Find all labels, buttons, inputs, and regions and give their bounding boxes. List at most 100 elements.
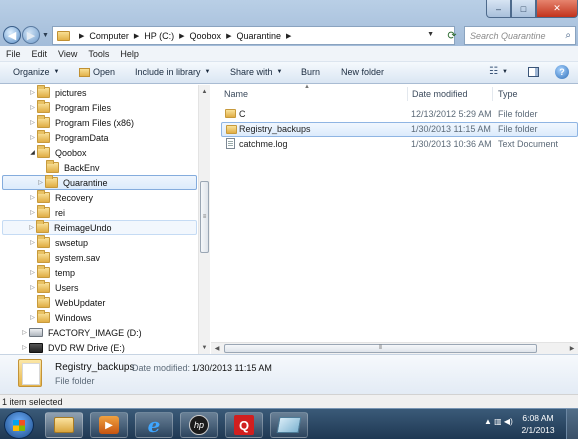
include-in-library-button[interactable]: Include in library ▼ bbox=[135, 67, 210, 77]
expand-arrow-icon[interactable]: ▷ bbox=[28, 239, 37, 246]
close-button[interactable]: ✕ bbox=[536, 0, 578, 18]
tree-item-swsetup[interactable]: ▷ swsetup bbox=[28, 235, 88, 250]
maximize-button[interactable]: □ bbox=[511, 0, 536, 18]
chevron-right-icon[interactable]: ▶ bbox=[134, 32, 139, 40]
scrollbar-thumb[interactable]: ≡ bbox=[200, 181, 209, 253]
file-row-c[interactable]: C 12/13/2012 5:29 AM File folder bbox=[221, 107, 578, 122]
breadcrumb-computer[interactable]: Computer bbox=[89, 31, 129, 41]
open-button[interactable]: Open bbox=[79, 67, 115, 77]
column-header-type[interactable]: Type bbox=[498, 85, 518, 102]
tree-item-webupdater[interactable]: WebUpdater bbox=[28, 295, 105, 310]
file-row-catchme-log[interactable]: catchme.log 1/30/2013 10:36 AM Text Docu… bbox=[221, 137, 578, 152]
expand-arrow-icon[interactable]: ▷ bbox=[28, 119, 37, 126]
menu-edit[interactable]: Edit bbox=[32, 49, 48, 59]
tree-item-program-files-x86[interactable]: ▷ Program Files (x86) bbox=[28, 115, 134, 130]
tree-item-qoobox[interactable]: ◢ Qoobox bbox=[28, 145, 87, 160]
breadcrumb-hp-c[interactable]: HP (C:) bbox=[144, 31, 174, 41]
new-folder-button[interactable]: New folder bbox=[341, 67, 384, 77]
expand-arrow-icon[interactable]: ▷ bbox=[36, 179, 45, 186]
column-divider[interactable] bbox=[492, 87, 493, 101]
navigation-vertical-scrollbar[interactable]: ▲ ≡ ▼ bbox=[198, 85, 210, 354]
tree-item-programdata[interactable]: ▷ ProgramData bbox=[28, 130, 109, 145]
start-button[interactable] bbox=[4, 411, 34, 439]
tree-item-windows[interactable]: ▷ Windows bbox=[28, 310, 92, 325]
column-header-name[interactable]: Name bbox=[224, 85, 248, 102]
show-desktop-button[interactable] bbox=[566, 409, 578, 439]
menu-view[interactable]: View bbox=[58, 49, 77, 59]
breadcrumb-qoobox[interactable]: Qoobox bbox=[190, 31, 222, 41]
open-label: Open bbox=[93, 67, 116, 77]
taskbar-q-app[interactable]: Q bbox=[225, 412, 263, 438]
tree-item-quarantine[interactable]: ▷ Quarantine bbox=[2, 175, 197, 190]
tree-item-dvd-rw-drive-e[interactable]: ▷ DVD RW Drive (E:) bbox=[20, 340, 125, 354]
tree-item-factory-image-d[interactable]: ▷ FACTORY_IMAGE (D:) bbox=[20, 325, 142, 340]
taskbar-media-player[interactable]: ▶ bbox=[90, 412, 128, 438]
command-bar: Organize ▼ Open Include in library ▼ Share… bbox=[0, 62, 578, 84]
menu-help[interactable]: Help bbox=[120, 49, 139, 59]
preview-pane-button[interactable] bbox=[528, 67, 539, 77]
scrollbar-thumb[interactable]: ⦀ bbox=[224, 344, 537, 353]
expand-arrow-icon[interactable]: ▷ bbox=[28, 209, 37, 216]
scroll-left-arrow-icon[interactable]: ◀ bbox=[211, 343, 223, 354]
expand-arrow-icon[interactable]: ▷ bbox=[28, 134, 37, 141]
chevron-down-icon[interactable]: ▼ bbox=[427, 31, 434, 38]
expand-arrow-icon[interactable]: ▷ bbox=[20, 329, 29, 336]
menu-file[interactable]: File bbox=[6, 49, 21, 59]
tree-item-label: Qoobox bbox=[55, 147, 87, 158]
chevron-right-icon[interactable]: ▶ bbox=[226, 32, 231, 40]
expand-arrow-icon[interactable]: ▷ bbox=[28, 269, 37, 276]
scroll-up-arrow-icon[interactable]: ▲ bbox=[199, 85, 210, 98]
breadcrumb-quarantine[interactable]: Quarantine bbox=[236, 31, 281, 41]
recent-pages-dropdown[interactable]: ▼ bbox=[42, 32, 49, 39]
taskbar-internet-explorer[interactable]: e bbox=[135, 412, 173, 438]
tree-item-pictures[interactable]: ▷ pictures bbox=[28, 85, 87, 100]
tree-item-recovery[interactable]: ▷ Recovery bbox=[28, 190, 93, 205]
system-tray-icons[interactable]: ▲ ▥ ◀) bbox=[484, 417, 513, 426]
column-divider[interactable] bbox=[407, 87, 408, 101]
expand-arrow-icon[interactable]: ▷ bbox=[28, 194, 37, 201]
tree-item-users[interactable]: ▷ Users bbox=[28, 280, 79, 295]
tree-item-label: temp bbox=[55, 267, 76, 278]
address-bar[interactable]: ▶ Computer ▶ HP (C:) ▶ Qoobox ▶ Quaranti… bbox=[52, 26, 455, 45]
column-header-date-modified[interactable]: Date modified bbox=[412, 85, 468, 102]
change-view-button[interactable]: ☷ ▼ bbox=[489, 66, 508, 77]
refresh-button[interactable]: ⟳ bbox=[441, 27, 463, 44]
chevron-right-icon[interactable]: ▶ bbox=[286, 32, 291, 40]
clock[interactable]: 6:08 AM 2/1/2013 bbox=[515, 412, 561, 436]
chevron-right-icon[interactable]: ▶ bbox=[179, 32, 184, 40]
tree-item-system-sav[interactable]: system.sav bbox=[28, 250, 100, 265]
tree-item-reimageundo[interactable]: ▷ ReimageUndo bbox=[2, 220, 197, 235]
taskbar-hp[interactable]: hp bbox=[180, 412, 218, 438]
expand-arrow-icon[interactable]: ▷ bbox=[28, 104, 37, 111]
expand-arrow-icon[interactable]: ▷ bbox=[20, 344, 29, 351]
preview-pane-icon bbox=[528, 67, 539, 77]
search-input[interactable]: Search Quarantine ⌕ bbox=[464, 26, 576, 45]
share-with-button[interactable]: Share with ▼ bbox=[230, 67, 282, 77]
tree-item-backenv[interactable]: BackEnv bbox=[37, 160, 100, 175]
expand-arrow-icon[interactable]: ▷ bbox=[28, 89, 37, 96]
tree-item-program-files[interactable]: ▷ Program Files bbox=[28, 100, 111, 115]
tree-item-label: DVD RW Drive (E:) bbox=[48, 342, 125, 353]
taskbar-explorer[interactable] bbox=[45, 412, 83, 438]
collapse-arrow-icon[interactable]: ◢ bbox=[28, 149, 37, 156]
burn-button[interactable]: Burn bbox=[301, 67, 320, 77]
expand-arrow-icon[interactable]: ▷ bbox=[28, 284, 37, 291]
help-button[interactable]: ? bbox=[555, 65, 569, 79]
menu-tools[interactable]: Tools bbox=[88, 49, 109, 59]
folder-icon bbox=[37, 280, 50, 293]
organize-button[interactable]: Organize ▼ bbox=[13, 67, 59, 77]
tree-item-temp[interactable]: ▷ temp bbox=[28, 265, 75, 280]
forward-button[interactable]: ▶ bbox=[22, 26, 40, 44]
scroll-right-arrow-icon[interactable]: ▶ bbox=[566, 343, 578, 354]
chevron-right-icon[interactable]: ▶ bbox=[79, 32, 84, 40]
expand-arrow-icon[interactable]: ▷ bbox=[28, 314, 37, 321]
minimize-button[interactable]: – bbox=[486, 0, 511, 18]
file-row-registry-backups[interactable]: Registry_backups 1/30/2013 11:15 AM File… bbox=[221, 122, 578, 137]
expand-arrow-icon[interactable]: ▷ bbox=[27, 224, 36, 231]
back-button[interactable]: ◀ bbox=[3, 26, 21, 44]
taskbar-notepad[interactable] bbox=[270, 412, 308, 438]
scroll-down-arrow-icon[interactable]: ▼ bbox=[199, 341, 210, 354]
tree-item-rei[interactable]: ▷ rei bbox=[28, 205, 65, 220]
file-list-horizontal-scrollbar[interactable]: ◀ ⦀ ▶ bbox=[211, 342, 578, 354]
window-title-bar: – □ ✕ ◀ ▶ ▼ ▶ Computer ▶ HP (C:) ▶ Qoobo… bbox=[0, 0, 578, 46]
